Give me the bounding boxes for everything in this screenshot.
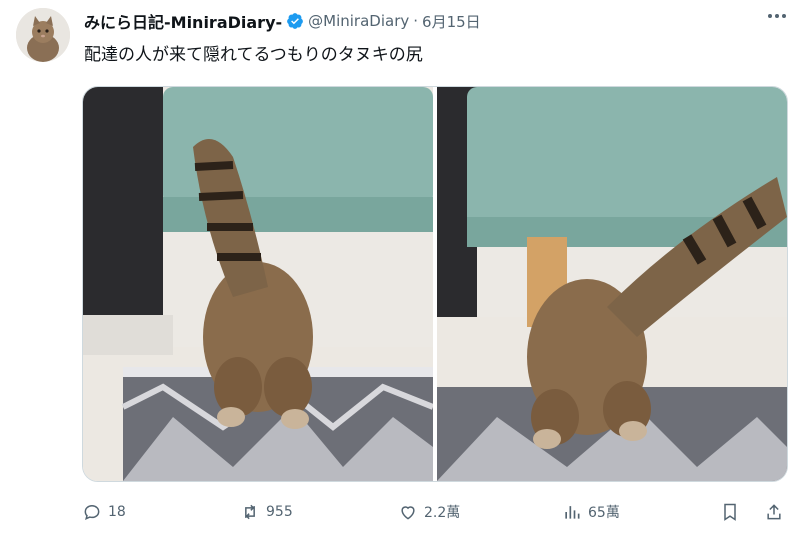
cat-avatar-image: [16, 8, 70, 62]
tweet-date[interactable]: 6月15日: [422, 11, 481, 32]
reply-button[interactable]: 18: [82, 496, 126, 528]
avatar[interactable]: [16, 8, 70, 62]
tweet-actions: 18 955 2.2萬 65萬: [82, 496, 788, 528]
tweet-photo-2[interactable]: [437, 87, 787, 481]
like-count: 2.2萬: [424, 505, 461, 521]
cat-behind-sofa-photo-2: [437, 87, 787, 481]
bookmark-icon: [724, 503, 736, 521]
tweet-header: みにら日記-MiniraDiary- @MiniraDiary · 6月15日: [84, 8, 784, 34]
tweet-photo-1[interactable]: [83, 87, 433, 481]
author-handle[interactable]: @MiniraDiary: [308, 12, 409, 30]
views-count: 65萬: [588, 505, 620, 521]
cat-behind-sofa-photo-1: [83, 87, 433, 481]
retweet-button[interactable]: 955: [240, 496, 293, 528]
tweet-media[interactable]: [82, 86, 788, 482]
more-icon[interactable]: [768, 14, 786, 18]
bookmark-button[interactable]: [720, 496, 740, 528]
like-icon: [401, 506, 415, 520]
retweet-count: 955: [266, 504, 293, 520]
retweet-icon: [245, 504, 255, 520]
views-button[interactable]: 65萬: [562, 496, 620, 528]
share-button[interactable]: [764, 496, 784, 528]
views-icon: [565, 506, 580, 519]
author-name[interactable]: みにら日記-MiniraDiary-: [84, 9, 282, 33]
verified-badge-icon: [287, 13, 304, 29]
reply-icon: [84, 504, 100, 520]
reply-count: 18: [108, 504, 126, 520]
like-button[interactable]: 2.2萬: [398, 496, 460, 528]
separator-dot: ·: [413, 12, 419, 30]
share-icon: [767, 504, 781, 520]
tweet-text: 配達の人が来て隠れてるつもりのタヌキの尻: [84, 45, 423, 65]
